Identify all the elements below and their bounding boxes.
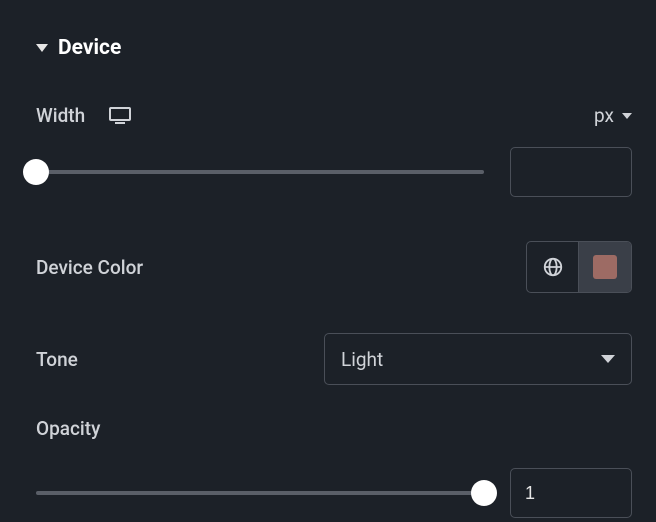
chevron-down-icon [622, 113, 632, 119]
opacity-slider-row [36, 468, 632, 518]
width-unit-select[interactable]: px [594, 104, 632, 127]
caret-down-icon [601, 355, 615, 363]
width-row: Width px [36, 104, 632, 127]
width-unit-label: px [594, 104, 614, 127]
section-title: Device [58, 36, 121, 60]
tone-select[interactable]: Light [324, 333, 632, 385]
width-slider-row [36, 147, 632, 197]
tone-label: Tone [36, 348, 78, 371]
device-color-swatch [593, 255, 617, 279]
opacity-slider-thumb[interactable] [471, 480, 497, 506]
globe-icon [542, 256, 564, 278]
width-input[interactable] [510, 147, 632, 197]
opacity-input[interactable] [510, 468, 632, 518]
tone-value: Light [341, 348, 383, 371]
device-color-label: Device Color [36, 256, 143, 279]
tone-row: Tone Light [36, 333, 632, 385]
device-color-global-button[interactable] [527, 242, 579, 292]
device-color-group [526, 241, 632, 293]
width-label-group: Width [36, 104, 131, 127]
opacity-slider[interactable] [36, 491, 484, 495]
width-slider-thumb[interactable] [23, 159, 49, 185]
width-label: Width [36, 104, 85, 127]
width-slider[interactable] [36, 170, 484, 174]
device-color-swatch-button[interactable] [579, 242, 631, 292]
collapse-icon [36, 44, 48, 52]
monitor-icon [109, 107, 131, 125]
opacity-label: Opacity [36, 417, 632, 440]
section-header[interactable]: Device [36, 36, 632, 60]
device-color-row: Device Color [36, 241, 632, 293]
